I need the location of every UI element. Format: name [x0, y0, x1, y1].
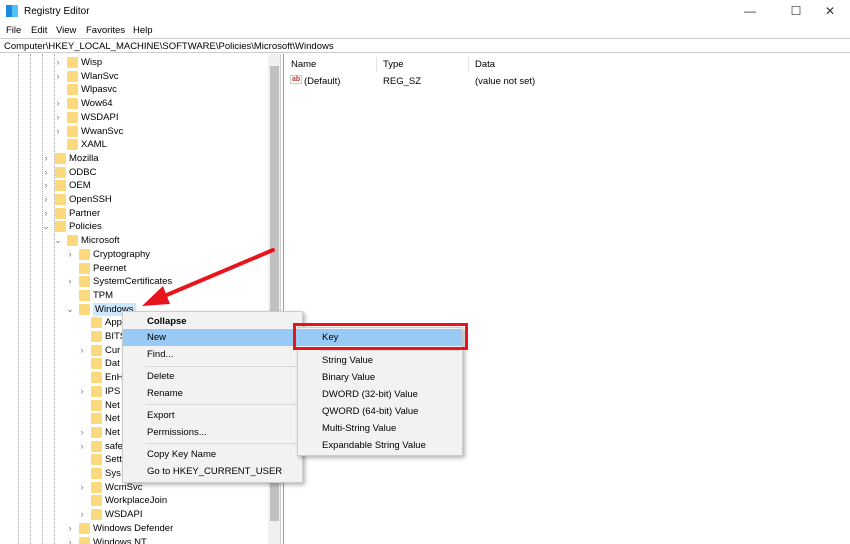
arrow-annotation [142, 248, 275, 306]
